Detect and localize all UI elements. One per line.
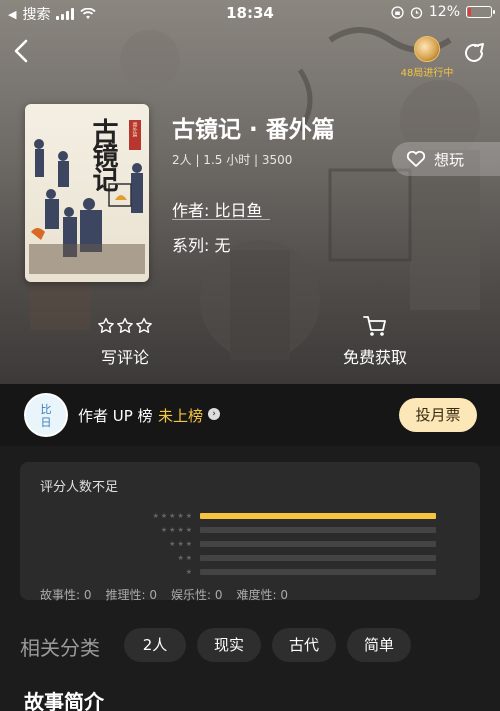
- book-cover[interactable]: 古镜记 番外篇: [25, 104, 149, 282]
- book-meta: 2人 | 1.5 小时 | 3500: [172, 153, 293, 167]
- alarm-icon: [410, 6, 423, 19]
- vote-monthly-ticket-button[interactable]: 投月票: [399, 398, 477, 432]
- author-rank-label: 作者 UP 榜: [78, 407, 153, 425]
- battery-level: [468, 8, 471, 16]
- book-title: 古镜记 · 番外篇: [172, 117, 335, 143]
- share-icon[interactable]: [462, 40, 488, 66]
- category-tag[interactable]: 简单: [347, 628, 411, 662]
- status-bar: ◀ 搜索 18:34 12%: [0, 0, 500, 26]
- cart-icon: [330, 314, 420, 338]
- rating-bar-track: [200, 527, 436, 533]
- rating-bar-2: ★★: [140, 554, 436, 562]
- rating-bar-stars: ★★★: [169, 540, 194, 548]
- want-to-play-button[interactable]: 想玩: [392, 142, 500, 176]
- content-area: 评分人数不足 ★★★★★ ★★★★ ★★★ ★★ ★ 故事性: 0 推理性: 0…: [0, 446, 500, 711]
- score-fun: 娱乐性: 0: [171, 588, 223, 602]
- hero-header: ◀ 搜索 18:34 12% 48局进行中 古镜记 番外篇 古镜记 · 番外篇 …: [0, 0, 500, 384]
- rating-bar-stars: ★: [185, 568, 194, 576]
- rating-bar-stars: ★★: [177, 554, 194, 562]
- author-label: 作者:: [172, 201, 210, 220]
- rating-bar-5: ★★★★★: [140, 512, 436, 520]
- orientation-lock-icon: [391, 5, 404, 19]
- category-tag[interactable]: 现实: [197, 628, 261, 662]
- story-intro-title: 故事简介: [24, 690, 104, 711]
- author-avatar[interactable]: 比 日: [24, 393, 68, 437]
- back-arrow-icon[interactable]: [10, 36, 36, 66]
- author-name[interactable]: 比日鱼: [215, 201, 263, 220]
- author-row[interactable]: 作者: 比日鱼: [172, 197, 263, 221]
- want-to-play-label: 想玩: [434, 150, 465, 169]
- series-value: 无: [214, 236, 231, 255]
- series-row: 系列: 无: [172, 232, 231, 256]
- write-review-label: 写评论: [100, 348, 149, 367]
- rating-bar-4: ★★★★: [140, 526, 436, 534]
- rating-bar-3: ★★★: [140, 540, 436, 548]
- score-breakdown: 故事性: 0 推理性: 0 娱乐性: 0 难度性: 0: [40, 586, 288, 603]
- author-rank-status[interactable]: 未上榜: [158, 405, 203, 426]
- battery-icon: [466, 6, 495, 18]
- related-categories-title: 相关分类: [20, 636, 100, 660]
- rating-bar-track: [200, 513, 436, 519]
- battery-percent: 12%: [428, 4, 460, 20]
- score-logic: 推理性: 0: [105, 588, 158, 602]
- series-label: 系列:: [172, 236, 210, 255]
- ongoing-games-badge[interactable]: 48局进行中: [394, 36, 460, 79]
- svg-text:日: 日: [41, 416, 52, 429]
- author-rank-row[interactable]: 比 日 作者 UP 榜 未上榜 › 投月票: [0, 384, 500, 446]
- game-avatar-icon: [414, 36, 440, 62]
- rating-insufficient-label: 评分人数不足: [40, 480, 119, 495]
- score-story: 故事性: 0: [40, 588, 92, 602]
- author-underline: [172, 219, 270, 220]
- category-tag[interactable]: 古代: [272, 628, 336, 662]
- rating-bar-track: [200, 569, 436, 575]
- rating-bar-1: ★: [140, 568, 436, 576]
- cover-title: 古镜记: [88, 118, 118, 190]
- ongoing-games-label: 48局进行中: [400, 68, 454, 79]
- category-tag[interactable]: 2人: [124, 628, 186, 662]
- rating-bar-track: [200, 541, 436, 547]
- status-right: 12%: [391, 4, 495, 20]
- write-review-button[interactable]: 写评论: [80, 314, 170, 368]
- rating-card: 评分人数不足 ★★★★★ ★★★★ ★★★ ★★ ★ 故事性: 0 推理性: 0…: [20, 462, 480, 603]
- rating-bar-stars: ★★★★★: [152, 512, 194, 520]
- score-difficulty: 难度性: 0: [236, 588, 289, 602]
- get-free-button[interactable]: 免费获取: [330, 314, 420, 368]
- heart-icon: [406, 150, 426, 167]
- chevron-right-icon[interactable]: ›: [208, 408, 220, 420]
- svg-text:比: 比: [41, 403, 52, 416]
- get-free-label: 免费获取: [342, 348, 407, 367]
- rating-bar-stars: ★★★★: [160, 526, 194, 534]
- stars-outline-icon: [80, 314, 170, 338]
- cover-seal: 番外篇: [129, 120, 141, 150]
- rating-bar-fill: [200, 513, 436, 519]
- rating-bar-track: [200, 555, 436, 561]
